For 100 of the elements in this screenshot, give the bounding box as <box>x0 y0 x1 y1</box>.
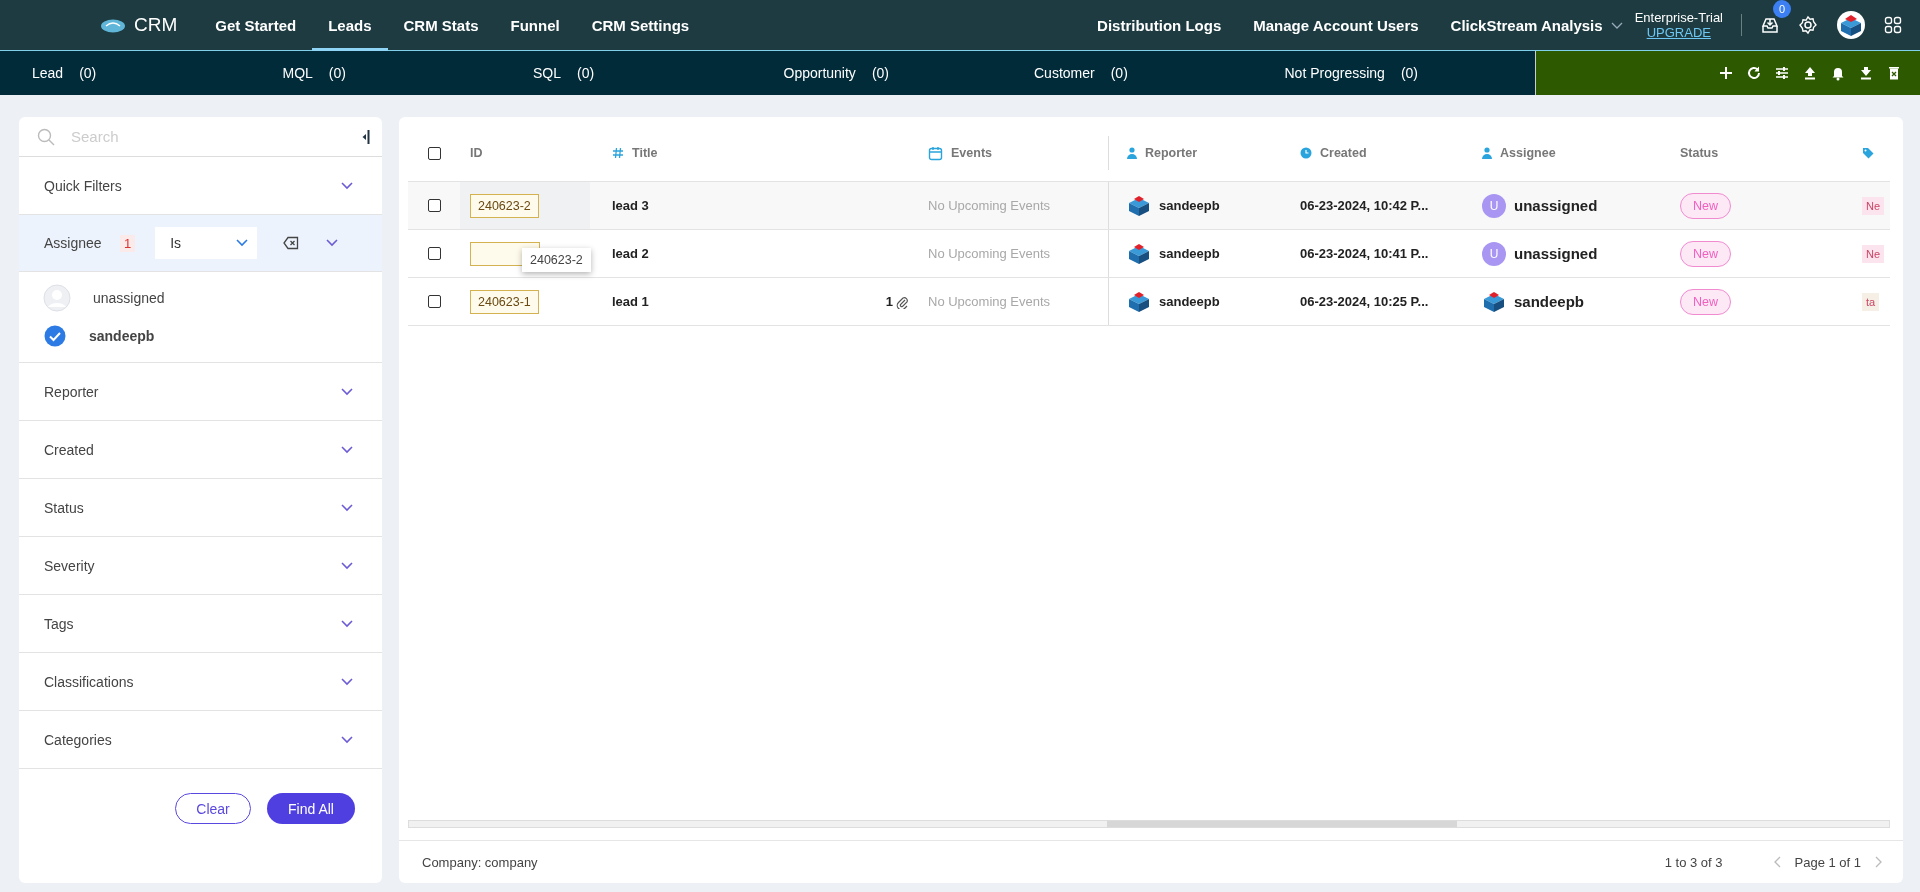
calendar-icon <box>928 145 943 161</box>
filter-label: Severity <box>44 557 96 574</box>
filter-section-header[interactable]: Created <box>19 421 382 478</box>
delete-icon[interactable] <box>1886 65 1902 81</box>
inbox-download-icon[interactable] <box>1760 15 1780 35</box>
nav-tab[interactable]: Get Started <box>199 0 313 51</box>
tag-icon <box>1862 147 1874 159</box>
project-dropdown[interactable]: ClickStream Analysis <box>1450 16 1623 34</box>
filter-label: Categories <box>44 731 113 748</box>
filter-label: Created <box>44 441 95 458</box>
filter-label: Assignee <box>44 235 103 251</box>
filter-option[interactable]: unassigned <box>43 284 165 312</box>
tag-chip: Ne <box>1862 196 1885 215</box>
row-checkbox[interactable] <box>427 199 441 212</box>
filter-option[interactable]: sandeepb <box>43 324 155 348</box>
stage-count: (0) <box>328 65 346 81</box>
column-header[interactable]: ID <box>470 146 483 160</box>
sliders-icon[interactable] <box>1774 65 1790 81</box>
company-label: Company: company <box>422 854 539 870</box>
settings-icon[interactable] <box>1798 15 1818 35</box>
filter-section-header[interactable]: Tags <box>19 595 382 652</box>
filter-section-header[interactable]: Assignee 1 Is <box>19 215 382 272</box>
person-icon <box>1482 147 1492 159</box>
column-header[interactable]: Status <box>1680 146 1719 160</box>
filter-label: Status <box>44 499 85 516</box>
find-all-button[interactable]: Find All <box>267 793 355 824</box>
attachment-count: 1 <box>885 294 893 309</box>
filter-section-header[interactable]: Categories <box>19 711 382 768</box>
filter-section-header[interactable]: Reporter <box>19 363 382 420</box>
nav-link[interactable]: Distribution Logs <box>1097 16 1222 34</box>
filter-label: Reporter <box>44 383 100 400</box>
assignee-name: unassigned <box>1514 197 1598 214</box>
upgrade-link[interactable]: UPGRADE <box>1646 25 1711 40</box>
nav-tab[interactable]: Funnel <box>494 0 576 51</box>
filter-section-header[interactable]: Quick Filters <box>19 157 382 214</box>
tooltip: 240623-2 <box>522 248 591 272</box>
refresh-icon[interactable] <box>1746 65 1762 81</box>
add-icon[interactable] <box>1718 65 1734 81</box>
bell-icon[interactable] <box>1830 65 1846 81</box>
stage-count: (0) <box>577 65 595 81</box>
created-date: 06-23-2024, 10:41 P... <box>1300 246 1429 261</box>
column-header[interactable]: Events <box>951 146 992 160</box>
lead-title[interactable]: lead 2 <box>612 246 649 261</box>
stage-label[interactable]: Opportunity <box>783 65 856 81</box>
column-header[interactable]: Title <box>632 146 658 160</box>
column-header[interactable]: Created <box>1320 146 1367 160</box>
id-chip[interactable]: 240623-1 <box>470 289 539 314</box>
upload-icon[interactable] <box>1802 65 1818 81</box>
person-icon <box>1127 147 1137 159</box>
app-logo-text: CRM <box>134 14 178 36</box>
stage-label[interactable]: Customer <box>1034 65 1095 81</box>
events-text: No Upcoming Events <box>928 246 1051 261</box>
events-text: No Upcoming Events <box>928 294 1051 309</box>
filter-section-header[interactable]: Classifications <box>19 653 382 710</box>
download-icon[interactable] <box>1858 65 1874 81</box>
reporter-name: sandeepb <box>1159 246 1220 261</box>
profile-avatar-icon[interactable] <box>1836 10 1866 40</box>
nav-tab[interactable]: CRM Settings <box>575 0 706 51</box>
apps-grid-icon[interactable] <box>1884 16 1902 34</box>
table-row[interactable]: 240623-2 lead 3 No Upcoming Events sandeepb 06-23-2024, 10:42 P... U unassigned New Ne <box>408 182 1890 230</box>
filter-label: Classifications <box>44 673 135 690</box>
column-header[interactable]: Assignee <box>1500 146 1556 160</box>
user-logo-icon <box>1127 289 1151 314</box>
row-checkbox[interactable] <box>427 295 441 308</box>
filter-section-header[interactable]: Status <box>19 479 382 536</box>
stage-count: (0) <box>1400 65 1418 81</box>
table-row[interactable]: 240623-1 lead 1 1 No Upcoming Events sandeepb 06-23-2024, 10:25 P... sandeepb New ta <box>408 278 1890 326</box>
select-all-checkbox[interactable] <box>427 146 441 160</box>
status-pill: New <box>1680 240 1731 267</box>
stage-label[interactable]: MQL <box>282 65 313 81</box>
clock-icon <box>1300 147 1312 159</box>
table-row[interactable]: 240623-2 lead 2 No Upcoming Events sandeepb 06-23-2024, 10:41 P... U unassigned New Ne <box>408 230 1890 278</box>
stage-label[interactable]: SQL <box>533 65 561 81</box>
user-logo-icon <box>1482 289 1506 314</box>
clear-icon[interactable] <box>283 236 300 250</box>
stage-count: (0) <box>871 65 889 81</box>
row-checkbox[interactable] <box>427 247 441 260</box>
nav-link[interactable]: Manage Account Users <box>1253 16 1419 34</box>
collapse-panel-icon[interactable] <box>362 128 370 145</box>
stage-label[interactable]: Lead <box>32 65 64 81</box>
plan-label: Enterprise-Trial <box>1634 10 1723 25</box>
operator-dropdown[interactable]: Is <box>155 227 258 259</box>
nav-tab[interactable]: CRM Stats <box>387 0 495 51</box>
reporter-name: sandeepb <box>1159 198 1220 213</box>
avatar-initial: U <box>1482 193 1506 218</box>
hash-icon <box>612 147 624 159</box>
lead-title[interactable]: lead 1 <box>612 294 649 309</box>
assignee-name: unassigned <box>1514 245 1598 262</box>
lead-title[interactable]: lead 3 <box>612 198 649 213</box>
id-chip[interactable]: 240623-2 <box>470 193 539 218</box>
paperclip-icon <box>896 294 908 309</box>
assignee-name: sandeepb <box>1514 293 1585 310</box>
filter-section-header[interactable]: Severity <box>19 537 382 594</box>
scrollbar-thumb[interactable] <box>1107 821 1457 827</box>
notification-badge: 0 <box>1773 0 1791 18</box>
stage-label[interactable]: Not Progressing <box>1284 65 1385 81</box>
column-header[interactable]: Reporter <box>1145 146 1198 160</box>
clear-button[interactable]: Clear <box>175 793 251 824</box>
filter-label: Tags <box>44 615 75 632</box>
filter-label: Quick Filters <box>44 177 123 194</box>
